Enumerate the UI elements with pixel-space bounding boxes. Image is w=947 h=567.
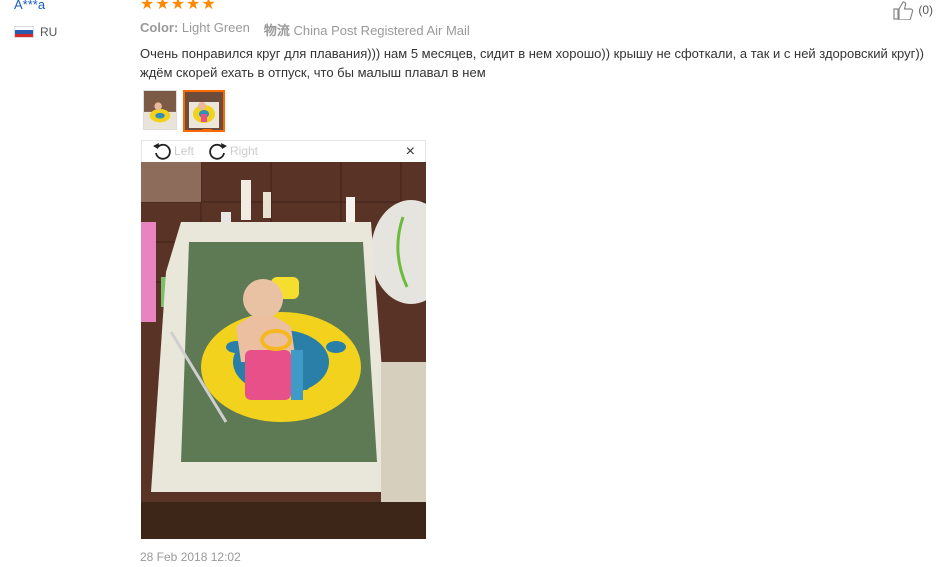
review-thumbnail[interactable]: [143, 90, 177, 130]
star-icon: ★: [186, 0, 201, 13]
reviewer-name[interactable]: A***a: [14, 0, 45, 12]
star-icon: ★: [155, 0, 170, 13]
color-label: Color:: [140, 20, 179, 35]
like-count: (0): [918, 3, 933, 17]
star-icon: ★: [170, 0, 186, 13]
shipping-info: 物流 China Post Registered Air Mail: [264, 20, 470, 39]
russia-flag-icon: [14, 26, 34, 38]
rotate-right-button[interactable]: Right: [208, 141, 258, 161]
like-button[interactable]: (0): [892, 0, 933, 20]
color-value: Light Green: [181, 20, 250, 35]
reviewer-country: RU: [14, 25, 57, 39]
color-info: Color: Light Green: [140, 20, 250, 39]
rotate-right-label: Right: [230, 144, 259, 158]
rotate-left-icon: [153, 143, 171, 160]
rotate-left-button[interactable]: Left: [152, 141, 194, 161]
shipping-label: 物流: [263, 23, 290, 38]
review-meta: Color: Light Green 物流 China Post Registe…: [140, 20, 470, 39]
review-text: Очень понравился круг для плавания))) на…: [140, 46, 924, 80]
rotate-left-label: Left: [174, 144, 195, 158]
review-thumbnail-selected[interactable]: [183, 90, 225, 132]
review-photo: [141, 162, 426, 539]
review-date: 28 Feb 2018 12:02: [140, 550, 241, 564]
review-thumbnails: [143, 90, 225, 132]
image-viewer-toolbar: Left Right ×: [141, 140, 426, 162]
country-code: RU: [40, 25, 58, 39]
close-viewer-button[interactable]: ×: [406, 143, 415, 161]
star-icon: ★: [201, 0, 216, 13]
shipping-value: China Post Registered Air Mail: [293, 23, 470, 38]
rotate-right-icon: [209, 143, 227, 160]
star-rating: ★ ★ ★ ★ ★: [140, 0, 216, 13]
thumbs-up-icon: [893, 1, 914, 20]
star-icon: ★: [140, 0, 155, 13]
